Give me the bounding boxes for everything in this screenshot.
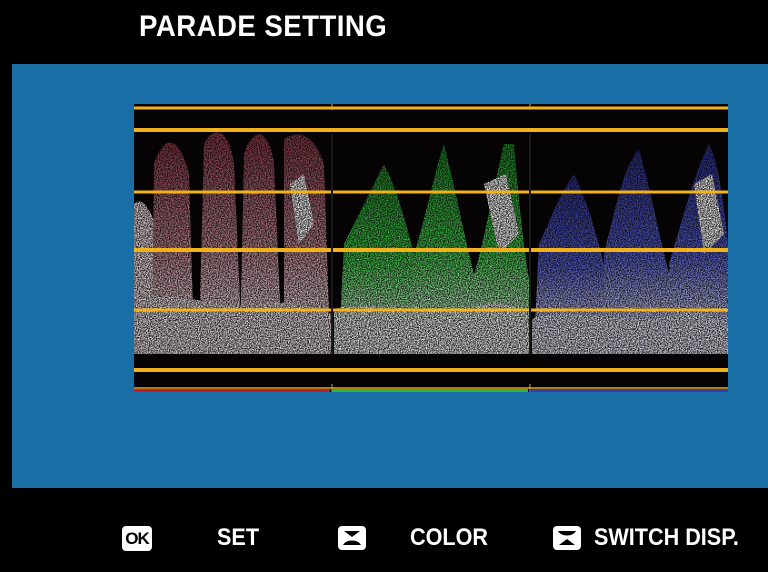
color-hint: COLOR bbox=[410, 524, 497, 552]
footer-bar: OK SET COLOR SWITCH DISP. bbox=[12, 488, 768, 572]
parade-waveform-graphic bbox=[134, 104, 728, 392]
up-button[interactable] bbox=[337, 524, 367, 552]
color-label: COLOR bbox=[410, 524, 489, 551]
parade-setting-screen: PARADE SETTING OK SET COLOR SWITCH DISP. bbox=[12, 0, 768, 572]
switch-disp-hint: SWITCH DISP. bbox=[594, 524, 755, 552]
set-hint: SET bbox=[217, 524, 264, 552]
title-bar: PARADE SETTING bbox=[12, 0, 768, 64]
ok-button[interactable]: OK bbox=[122, 524, 152, 552]
switch-disp-label: SWITCH DISP. bbox=[594, 524, 739, 551]
down-button[interactable] bbox=[552, 524, 582, 552]
down-key-icon bbox=[552, 525, 582, 551]
green-channel-bar bbox=[332, 389, 528, 392]
set-label: SET bbox=[217, 524, 260, 551]
page-title: PARADE SETTING bbox=[139, 10, 388, 43]
up-key-icon bbox=[337, 525, 367, 551]
ok-key-icon: OK bbox=[122, 525, 152, 551]
parade-waveform-scope bbox=[134, 104, 728, 392]
main-area bbox=[12, 64, 768, 488]
blue-channel-bar bbox=[530, 389, 728, 392]
red-channel-trace bbox=[134, 132, 332, 354]
red-channel-bar bbox=[134, 389, 330, 392]
